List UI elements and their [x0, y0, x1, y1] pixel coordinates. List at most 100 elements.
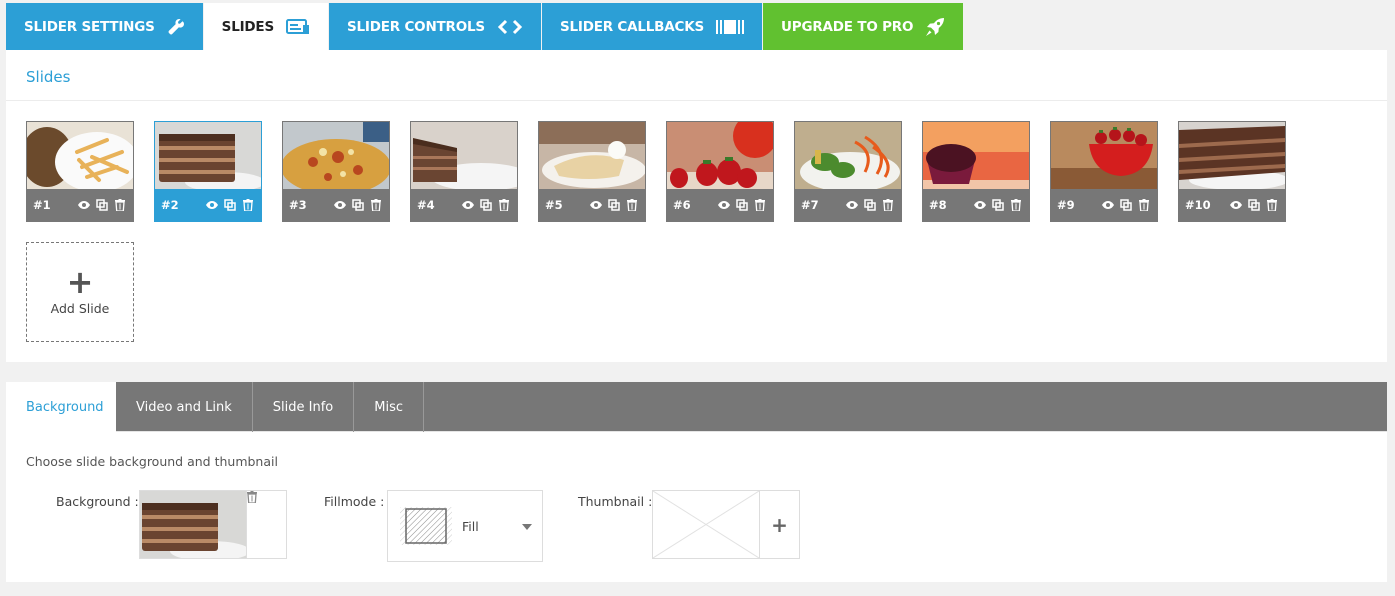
slide-thumbnail-8[interactable]: #8 — [922, 121, 1030, 222]
duplicate-icon[interactable] — [351, 198, 365, 212]
trash-icon[interactable] — [753, 198, 767, 212]
tab-misc[interactable]: Misc — [354, 382, 424, 432]
slide-number: #4 — [417, 198, 435, 212]
trash-icon[interactable] — [1137, 198, 1151, 212]
eye-icon[interactable] — [845, 198, 859, 212]
trash-icon[interactable] — [1265, 198, 1279, 212]
tab-upgrade-to-pro[interactable]: UPGRADE TO PRO — [763, 3, 964, 50]
slide-image — [155, 122, 261, 189]
tab-video-and-link[interactable]: Video and Link — [116, 382, 253, 432]
tab-label: SLIDER SETTINGS — [24, 18, 155, 35]
slide-image — [667, 122, 773, 189]
duplicate-icon[interactable] — [1119, 198, 1133, 212]
add-slide-label: Add Slide — [50, 300, 110, 316]
eye-icon[interactable] — [973, 198, 987, 212]
trash-icon[interactable] — [241, 198, 255, 212]
remove-background-button[interactable] — [246, 491, 286, 558]
empty-image-placeholder-icon — [653, 491, 759, 558]
duplicate-icon[interactable] — [95, 198, 109, 212]
slide-image — [1179, 122, 1285, 189]
rocket-icon — [925, 17, 945, 37]
slide-image — [923, 122, 1029, 189]
slide-thumbnail-3[interactable]: #3 — [282, 121, 390, 222]
duplicate-icon[interactable] — [223, 198, 237, 212]
barcode-icon — [716, 19, 745, 35]
slides-panel: Slides #1 #2 #3 #4 #5 #6 #7 #8 #9 #10 + … — [6, 50, 1387, 362]
eye-icon[interactable] — [717, 198, 731, 212]
slide-thumbnail-2[interactable]: #2 — [154, 121, 262, 222]
slides-icon — [285, 18, 310, 35]
plus-icon: + — [66, 262, 94, 301]
slide-number: #6 — [673, 198, 691, 212]
trash-icon[interactable] — [1009, 198, 1023, 212]
slide-toolbar: #3 — [283, 189, 389, 221]
eye-icon[interactable] — [333, 198, 347, 212]
slide-toolbar: #5 — [539, 189, 645, 221]
trash-icon[interactable] — [881, 198, 895, 212]
slide-toolbar: #4 — [411, 189, 517, 221]
slide-number: #9 — [1057, 198, 1075, 212]
slide-thumbnail-4[interactable]: #4 — [410, 121, 518, 222]
tab-label: SLIDER CONTROLS — [346, 18, 485, 35]
wrench-icon — [167, 18, 185, 36]
duplicate-icon[interactable] — [735, 198, 749, 212]
slide-toolbar: #8 — [923, 189, 1029, 221]
slide-options-tabs: Background Video and Link Slide Info Mis… — [6, 382, 1387, 432]
thumbnail-label: Thumbnail : — [578, 494, 653, 509]
slide-thumbnail-9[interactable]: #9 — [1050, 121, 1158, 222]
slides-panel-header: Slides — [6, 50, 1387, 101]
slide-thumbnail-6[interactable]: #6 — [666, 121, 774, 222]
eye-icon[interactable] — [77, 198, 91, 212]
slide-thumbnail-5[interactable]: #5 — [538, 121, 646, 222]
tab-slider-settings[interactable]: SLIDER SETTINGS — [6, 3, 203, 50]
trash-icon[interactable] — [625, 198, 639, 212]
fillmode-preview-icon — [400, 507, 452, 545]
plus-icon: + — [771, 512, 788, 537]
slide-number: #3 — [289, 198, 307, 212]
tab-label: SLIDER CALLBACKS — [559, 18, 705, 35]
add-thumbnail-button[interactable]: + — [759, 491, 799, 558]
tab-label: SLIDES — [221, 18, 275, 35]
add-slide-button[interactable]: + Add Slide — [26, 242, 134, 342]
slide-number: #10 — [1185, 198, 1211, 212]
slide-number: #2 — [161, 198, 179, 212]
slide-thumbnail-7[interactable]: #7 — [794, 121, 902, 222]
eye-icon[interactable] — [461, 198, 475, 212]
duplicate-icon[interactable] — [863, 198, 877, 212]
background-description: Choose slide background and thumbnail — [26, 454, 278, 469]
slide-toolbar: #6 — [667, 189, 773, 221]
trash-icon[interactable] — [113, 198, 127, 212]
duplicate-icon[interactable] — [1247, 198, 1261, 212]
slide-toolbar: #9 — [1051, 189, 1157, 221]
eye-icon[interactable] — [589, 198, 603, 212]
eye-icon[interactable] — [205, 198, 219, 212]
caret-down-icon — [522, 524, 532, 530]
duplicate-icon[interactable] — [991, 198, 1005, 212]
eye-icon[interactable] — [1229, 198, 1243, 212]
trash-icon[interactable] — [497, 198, 511, 212]
trash-icon[interactable] — [369, 198, 383, 212]
background-picker[interactable] — [139, 490, 287, 559]
tab-slide-info[interactable]: Slide Info — [253, 382, 355, 432]
slides-panel-title: Slides — [26, 68, 71, 86]
tab-slider-controls[interactable]: SLIDER CONTROLS — [328, 3, 541, 50]
slide-toolbar: #10 — [1179, 189, 1285, 221]
thumbnail-picker[interactable]: + — [652, 490, 800, 559]
slide-thumbnail-10[interactable]: #10 — [1178, 121, 1286, 222]
duplicate-icon[interactable] — [479, 198, 493, 212]
top-tab-bar: SLIDER SETTINGS SLIDES SLIDER CONTROLS S… — [6, 3, 964, 50]
slide-image — [795, 122, 901, 189]
slide-number: #7 — [801, 198, 819, 212]
tab-label: UPGRADE TO PRO — [781, 18, 914, 35]
tab-background[interactable]: Background — [6, 382, 116, 432]
tab-slides[interactable]: SLIDES — [203, 3, 328, 50]
slide-number: #5 — [545, 198, 563, 212]
fillmode-select[interactable]: Fill — [387, 490, 543, 562]
tab-slider-callbacks[interactable]: SLIDER CALLBACKS — [541, 3, 763, 50]
slide-toolbar: #7 — [795, 189, 901, 221]
slide-thumbnail-1[interactable]: #1 — [26, 121, 134, 222]
fillmode-value: Fill — [462, 519, 479, 534]
slide-number: #1 — [33, 198, 51, 212]
duplicate-icon[interactable] — [607, 198, 621, 212]
eye-icon[interactable] — [1101, 198, 1115, 212]
